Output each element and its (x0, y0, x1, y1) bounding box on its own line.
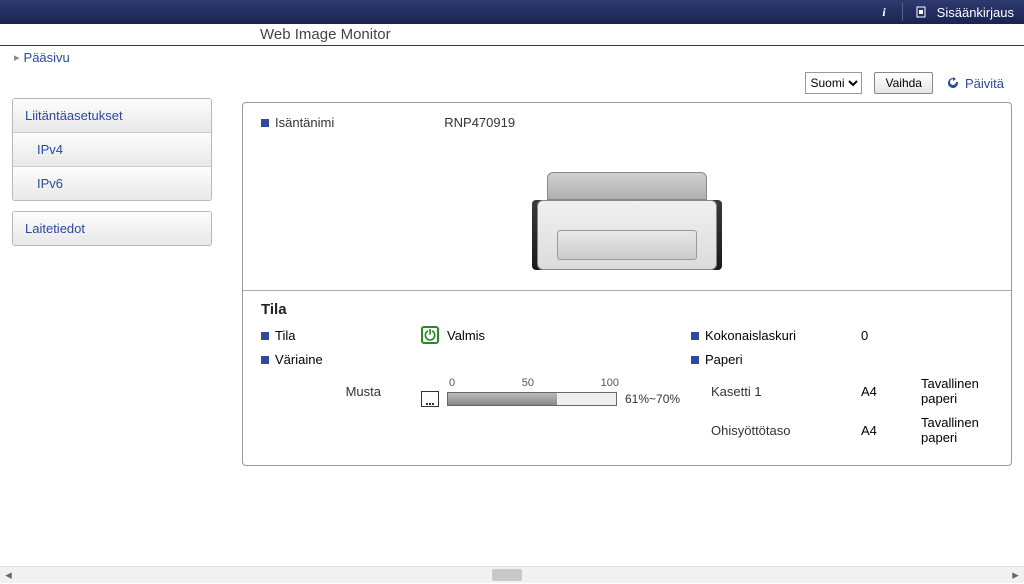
scroll-left-arrow[interactable]: ◂ (0, 567, 17, 584)
refresh-link[interactable]: Päivitä (945, 75, 1004, 91)
tray-2-size: A4 (861, 423, 921, 438)
scroll-thumb[interactable] (492, 569, 522, 581)
chevron-right-icon: ▸ (14, 51, 20, 64)
refresh-label: Päivitä (965, 76, 1004, 91)
toner-gauge: 0 50 100 61%~70% (421, 377, 691, 407)
refresh-icon (945, 75, 961, 91)
counter-label: Kokonaislaskuri (691, 328, 861, 343)
separator (902, 3, 903, 21)
hostname-value: RNP470919 (444, 115, 515, 130)
ready-icon: ⏻ (421, 326, 439, 344)
sidebar-item-device-info[interactable]: Laitetiedot (13, 212, 211, 245)
toner-label: Väriaine (261, 352, 421, 367)
breadcrumb: ▸ Pääsivu (0, 46, 1024, 68)
paper-label: Paperi (691, 352, 861, 367)
status-value: ⏻ Valmis (421, 326, 691, 344)
title-strip: Web Image Monitor (0, 24, 1024, 46)
change-button[interactable]: Vaihda (874, 72, 932, 94)
panel-bottom: Tila Tila ⏻ Valmis Kokonaislaskuri 0 Vär… (243, 291, 1011, 465)
printer-image (527, 150, 727, 270)
scroll-right-arrow[interactable]: ▸ (1007, 567, 1024, 584)
toner-percent: 61%~70% (625, 392, 680, 406)
horizontal-scrollbar[interactable]: ◂ ▸ (0, 566, 1024, 583)
status-section-title: Tila (261, 301, 993, 318)
sidebar: Liitäntäasetukset IPv4 IPv6 Laitetiedot (12, 98, 212, 466)
tray-2-type: Tavallinen paperi (921, 415, 993, 445)
hostname-row: Isäntänimi RNP470919 (261, 115, 993, 130)
scroll-track[interactable] (17, 567, 1007, 583)
app-title: Web Image Monitor (260, 26, 391, 43)
sidebar-item-ipv6[interactable]: IPv6 (13, 167, 211, 200)
login-icon[interactable] (911, 2, 931, 22)
info-icon[interactable]: i (874, 2, 894, 22)
main-area: Suomi Vaihda Päivitä Isäntänimi RNP47091… (242, 68, 1012, 466)
tray-1-name: Kasetti 1 (691, 384, 861, 399)
controls-row: Suomi Vaihda Päivitä (242, 68, 1012, 98)
toner-icon (421, 391, 439, 407)
counter-value: 0 (861, 328, 921, 343)
status-label: Tila (261, 328, 421, 343)
topbar: i Sisäänkirjaus (0, 0, 1024, 24)
login-link[interactable]: Sisäänkirjaus (937, 5, 1014, 20)
sidebar-item-interface-settings[interactable]: Liitäntäasetukset (13, 99, 211, 133)
svg-text:i: i (882, 5, 886, 19)
language-select[interactable]: Suomi (805, 72, 862, 94)
tray-1-size: A4 (861, 384, 921, 399)
tray-1-type: Tavallinen paperi (921, 376, 993, 406)
toner-bar (447, 392, 617, 406)
breadcrumb-home[interactable]: Pääsivu (24, 50, 70, 65)
status-panel: Isäntänimi RNP470919 Tila Tila ⏻ (242, 102, 1012, 466)
hostname-label: Isäntänimi (261, 115, 334, 130)
sidebar-group-interface: Liitäntäasetukset IPv4 IPv6 (12, 98, 212, 201)
toner-color-name: Musta (261, 384, 421, 399)
panel-top: Isäntänimi RNP470919 (243, 103, 1011, 290)
sidebar-item-ipv4[interactable]: IPv4 (13, 133, 211, 167)
sidebar-group-device: Laitetiedot (12, 211, 212, 246)
tray-2-name: Ohisyöttötaso (691, 423, 861, 438)
